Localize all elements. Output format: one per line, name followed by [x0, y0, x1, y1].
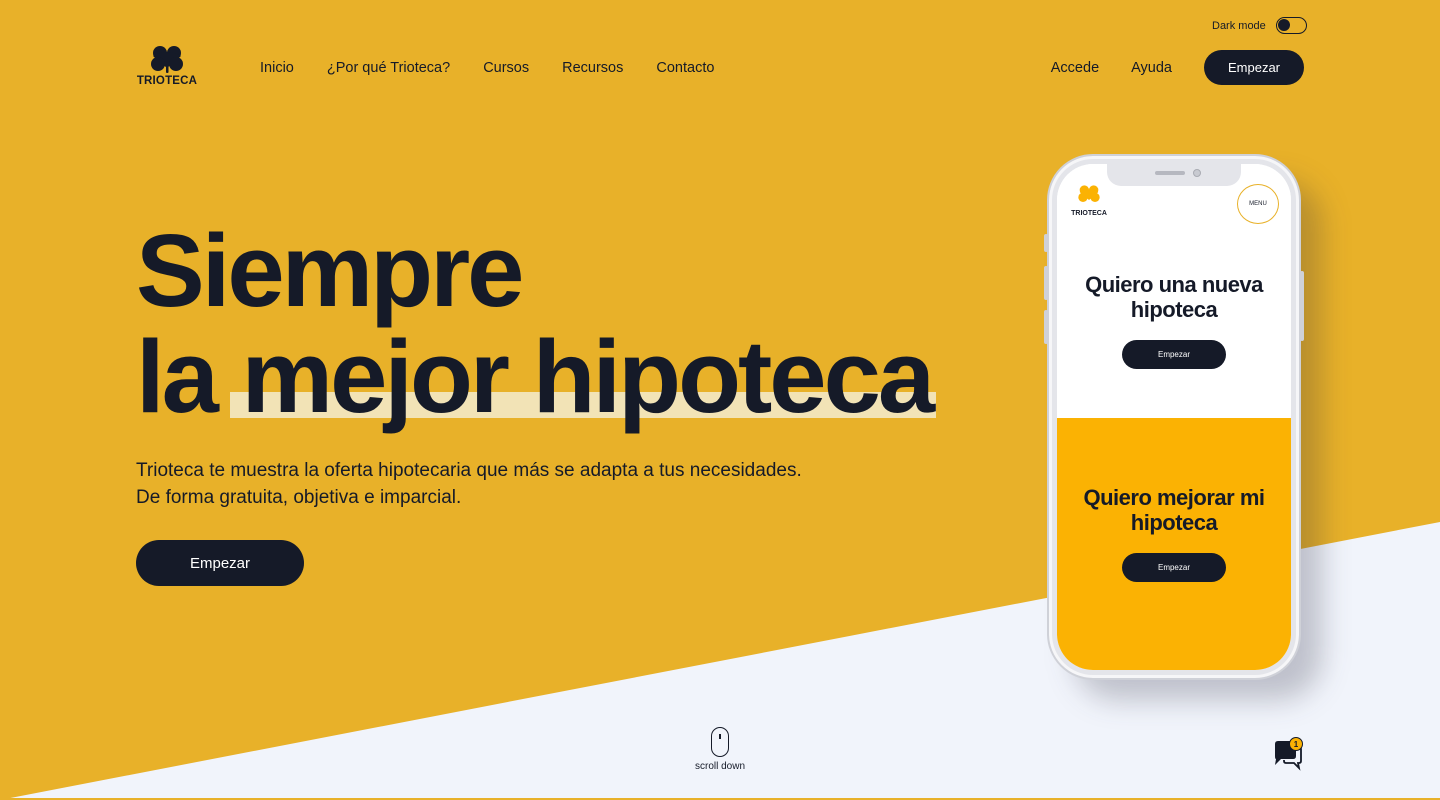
- nav-item-inicio[interactable]: Inicio: [260, 60, 294, 76]
- phone-speaker: [1155, 171, 1185, 175]
- phone-notch: [1107, 164, 1241, 186]
- chat-widget-button[interactable]: 1: [1269, 736, 1305, 772]
- phone-logo-text: TRIOTECA: [1071, 210, 1107, 217]
- hero-subtitle: Trioteca te muestra la oferta hipotecari…: [136, 457, 802, 511]
- dark-mode-label: Dark mode: [1212, 19, 1266, 32]
- mouse-wheel: [719, 734, 721, 739]
- dark-mode-toggle[interactable]: [1275, 17, 1307, 34]
- phone-side-button: [1044, 234, 1048, 252]
- phone-card-new-mortgage: TRIOTECA MENU Quiero una nueva hipoteca …: [1057, 164, 1291, 418]
- nav-item-recursos[interactable]: Recursos: [562, 60, 623, 76]
- help-link[interactable]: Ayuda: [1131, 60, 1172, 76]
- nav-item-contacto[interactable]: Contacto: [656, 60, 714, 76]
- hero-title-line1: Siempre: [136, 213, 524, 328]
- header-start-button[interactable]: Empezar: [1204, 50, 1304, 85]
- hero-start-button[interactable]: Empezar: [136, 540, 304, 586]
- clover-logo-icon: [1078, 185, 1100, 202]
- header-actions: Accede Ayuda Empezar: [1051, 50, 1304, 85]
- clover-logo-icon: [151, 46, 183, 73]
- phone-side-button: [1044, 266, 1048, 300]
- nav-item-por-que-trioteca[interactable]: ¿Por qué Trioteca?: [327, 60, 450, 76]
- phone-mockup: TRIOTECA MENU Quiero una nueva hipoteca …: [1044, 154, 1304, 680]
- logo-text: TRIOTECA: [136, 75, 198, 87]
- phone-side-button: [1044, 310, 1048, 344]
- phone-logo: TRIOTECA: [1069, 184, 1109, 217]
- scroll-down-label: scroll down: [694, 761, 746, 772]
- phone-menu-button[interactable]: MENU: [1237, 184, 1279, 224]
- nav-item-cursos[interactable]: Cursos: [483, 60, 529, 76]
- hero-subtitle-line1: Trioteca te muestra la oferta hipotecari…: [136, 460, 802, 481]
- hero-title-line2: la mejor hipoteca: [136, 319, 936, 434]
- phone-card2-start-button[interactable]: Empezar: [1122, 553, 1226, 582]
- toggle-knob: [1277, 19, 1290, 31]
- hero-title-la: la: [136, 319, 219, 434]
- phone-screen: TRIOTECA MENU Quiero una nueva hipoteca …: [1057, 164, 1291, 670]
- hero-title-highlight: mejor hipoteca: [229, 319, 936, 434]
- hero-title: Siempre la mejor hipoteca: [136, 213, 936, 434]
- phone-card1-title: Quiero una nueva hipoteca: [1085, 272, 1263, 322]
- dark-mode-control: Dark mode: [1212, 17, 1307, 34]
- phone-side-button: [1300, 271, 1304, 341]
- main-nav: Inicio ¿Por qué Trioteca? Cursos Recurso…: [260, 60, 714, 76]
- scroll-down-indicator[interactable]: scroll down: [680, 727, 760, 772]
- trioteca-logo[interactable]: TRIOTECA: [136, 44, 198, 87]
- hero-subtitle-line2: De forma gratuita, objetiva e imparcial.: [136, 487, 462, 508]
- phone-card2-title: Quiero mejorar mi hipoteca: [1083, 485, 1265, 535]
- phone-card-improve-mortgage: Quiero mejorar mi hipoteca Empezar: [1057, 418, 1291, 670]
- mouse-icon: [711, 727, 729, 757]
- login-link[interactable]: Accede: [1051, 60, 1099, 76]
- phone-card1-start-button[interactable]: Empezar: [1122, 340, 1226, 369]
- phone-camera: [1193, 169, 1201, 177]
- chat-notification-badge: 1: [1289, 737, 1303, 751]
